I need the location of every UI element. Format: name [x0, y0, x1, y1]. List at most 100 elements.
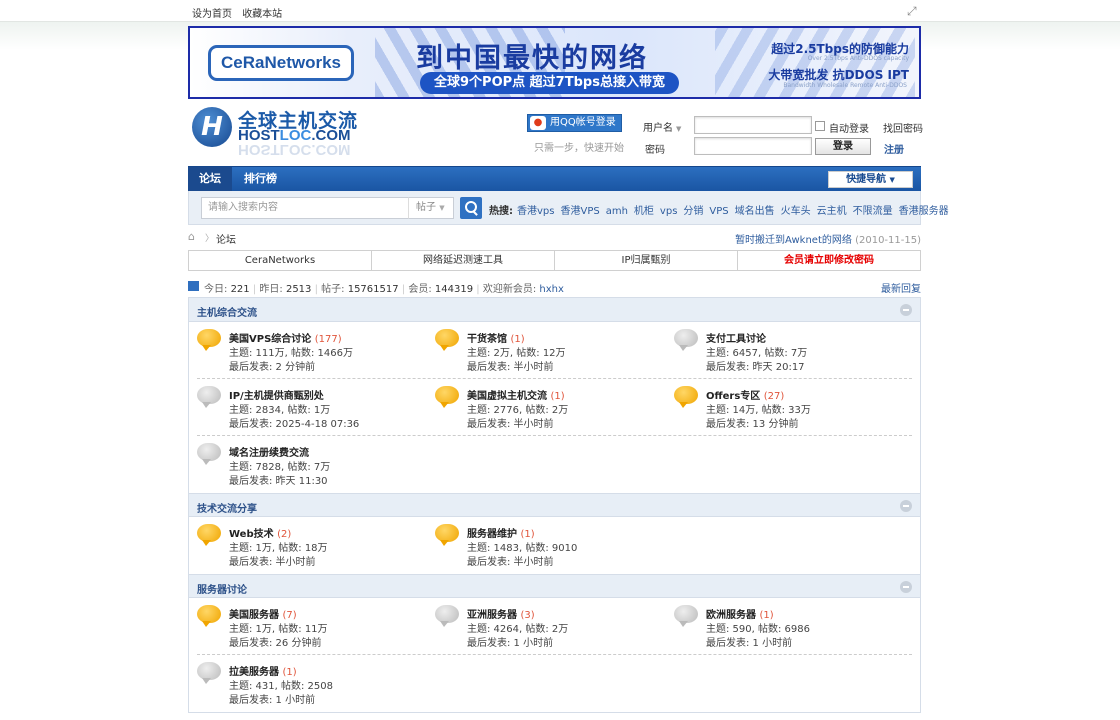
- link-latency-tool[interactable]: 网络延迟测速工具: [372, 251, 555, 270]
- forum-status-icon: [435, 524, 459, 546]
- username-label[interactable]: 用户名 ▼: [643, 119, 681, 134]
- hot-search-link[interactable]: 云主机: [817, 206, 847, 217]
- link-ceranetworks[interactable]: CeraNetworks: [189, 251, 372, 270]
- hot-search-link[interactable]: 香港vps: [517, 206, 554, 217]
- forum-name-link[interactable]: 美国服务器 (7): [229, 606, 297, 621]
- hot-search-link[interactable]: 域名出售: [735, 206, 775, 217]
- forum-item: 服务器维护 (1) 主题: 1483, 帖数: 9010 最后发表: 半小时前: [435, 522, 665, 570]
- forum-name-link[interactable]: 支付工具讨论: [706, 330, 766, 345]
- latest-replies-link[interactable]: 最新回复: [881, 280, 921, 295]
- link-change-password[interactable]: 会员请立即修改密码: [738, 251, 920, 270]
- forum-last-post[interactable]: 最后发表: 昨天 20:17: [706, 358, 805, 373]
- hot-search-link[interactable]: amh: [606, 206, 628, 217]
- breadcrumb-current[interactable]: 论坛: [216, 231, 236, 246]
- forum-stats-line: 主题: 2万, 帖数: 12万: [467, 348, 566, 359]
- collapse-icon[interactable]: [900, 581, 912, 593]
- hot-search-link[interactable]: VPS: [709, 206, 728, 217]
- banner-brand-logo: CeRaNetworks: [208, 45, 354, 81]
- link-ip-lookup[interactable]: IP归属甄别: [555, 251, 738, 270]
- forum-name-link[interactable]: 美国虚拟主机交流 (1): [467, 387, 565, 402]
- forum-row: 美国服务器 (7) 主题: 1万, 帖数: 11万 最后发表: 26 分钟前 亚洲服务…: [197, 598, 912, 655]
- forum-last-post[interactable]: 最后发表: 1 小时前: [467, 634, 553, 649]
- breadcrumb-separator: 〉: [205, 234, 215, 244]
- password-label: 密码: [645, 145, 665, 156]
- banner-headline: 到中国最快的网络: [416, 43, 648, 73]
- collapse-icon[interactable]: [900, 304, 912, 316]
- forum-name-link[interactable]: 欧洲服务器 (1): [706, 606, 774, 621]
- auto-login-checkbox[interactable]: [815, 121, 825, 131]
- forum-name-link[interactable]: Offers专区 (27): [706, 387, 784, 402]
- forum-last-post[interactable]: 最后发表: 昨天 11:30: [229, 472, 328, 487]
- forum-last-post[interactable]: 最后发表: 2 分钟前: [229, 358, 315, 373]
- forum-name-link[interactable]: 美国VPS综合讨论 (177): [229, 330, 342, 345]
- search-type-select[interactable]: 帖子 ▼: [408, 197, 454, 219]
- qq-login-tip: 只需一步，快速开始: [534, 143, 624, 154]
- forum-name-link[interactable]: 域名注册续费交流: [229, 444, 309, 459]
- forum-last-post[interactable]: 最后发表: 2025-4-18 07:36: [229, 415, 359, 430]
- forum-stats-line: 主题: 1万, 帖数: 11万: [229, 624, 328, 635]
- forum-name-link[interactable]: 拉美服务器 (1): [229, 663, 297, 678]
- forum-last-post[interactable]: 最后发表: 13 分钟前: [706, 415, 798, 430]
- fullscreen-icon[interactable]: ⤢: [907, 5, 919, 17]
- hot-search-link[interactable]: 香港VPS: [560, 206, 599, 217]
- hot-search-link[interactable]: 不限流量: [853, 206, 893, 217]
- forum-last-post[interactable]: 最后发表: 半小时前: [229, 553, 316, 568]
- hot-search-link[interactable]: 机柜: [634, 206, 654, 217]
- forum-item: 欧洲服务器 (1) 主题: 590, 帖数: 6986 最后发表: 1 小时前: [674, 603, 904, 651]
- forum-item: 域名注册续费交流 主题: 7828, 帖数: 7万 最后发表: 昨天 11:30: [197, 441, 427, 489]
- ad-banner[interactable]: CeRaNetworks 到中国最快的网络 全球9个POP点 超过7Tbps总接…: [188, 26, 921, 99]
- quick-nav-dropdown[interactable]: 快捷导航 ▼: [828, 171, 913, 188]
- login-button[interactable]: 登录: [815, 138, 871, 155]
- hot-search-link[interactable]: 香港服务器: [899, 206, 949, 217]
- nav-ranking-tab[interactable]: 排行榜: [233, 167, 288, 191]
- newest-member-link[interactable]: hxhx: [539, 284, 564, 295]
- forum-last-post[interactable]: 最后发表: 半小时前: [467, 415, 554, 430]
- forgot-password-link[interactable]: 找回密码: [883, 120, 923, 135]
- category-title[interactable]: 主机综合交流: [197, 304, 257, 319]
- forum-last-post[interactable]: 最后发表: 26 分钟前: [229, 634, 321, 649]
- banner-ddos-small: Over 2.5Tbps Anti-DDOS capacity: [807, 55, 909, 62]
- search-bar: 请输入搜索内容 帖子 ▼ 热搜: 香港vps 香港VPS amh 机柜 vps 分销 VPS 域…: [188, 191, 949, 225]
- password-input[interactable]: [694, 137, 812, 155]
- bookmark-link[interactable]: 收藏本站: [242, 9, 282, 20]
- username-input[interactable]: [694, 116, 812, 134]
- forum-name-link[interactable]: Web技术 (2): [229, 525, 291, 540]
- forum-last-post[interactable]: 最后发表: 1 小时前: [706, 634, 792, 649]
- register-link[interactable]: 注册: [884, 141, 904, 156]
- forum-row: IP/主机提供商甄别处 主题: 2834, 帖数: 1万 最后发表: 2025-4…: [197, 379, 912, 436]
- site-logo[interactable]: H 全球主机交流 HOSTLOC.COM HOSTLOC.COM: [192, 106, 392, 158]
- category-title[interactable]: 服务器讨论: [197, 581, 247, 596]
- forum-status-icon: [197, 662, 221, 684]
- search-button[interactable]: [460, 197, 482, 219]
- auto-login-label[interactable]: 自动登录: [829, 120, 869, 135]
- forum-last-post[interactable]: 最后发表: 半小时前: [467, 553, 554, 568]
- home-icon[interactable]: ⌂: [188, 231, 200, 242]
- logo-globe-icon: H: [192, 107, 232, 147]
- hot-search-link[interactable]: vps: [660, 206, 677, 217]
- forum-status-icon: [674, 386, 698, 408]
- hot-search-link[interactable]: 火车头: [781, 206, 811, 217]
- forum-last-post[interactable]: 最后发表: 半小时前: [467, 358, 554, 373]
- forum-row: 域名注册续费交流 主题: 7828, 帖数: 7万 最后发表: 昨天 11:30: [197, 436, 912, 493]
- category-title[interactable]: 技术交流分享: [197, 500, 257, 515]
- set-home-link[interactable]: 设为首页: [192, 9, 232, 20]
- forum-item: 美国服务器 (7) 主题: 1万, 帖数: 11万 最后发表: 26 分钟前: [197, 603, 427, 651]
- forum-name-link[interactable]: 亚洲服务器 (3): [467, 606, 535, 621]
- hot-search-list: 热搜: 香港vps 香港VPS amh 机柜 vps 分销 VPS 域名出售 火车头 云主机 不限流量…: [489, 202, 955, 217]
- forum-stats-line: 主题: 1万, 帖数: 18万: [229, 543, 328, 554]
- forum-status-icon: [197, 329, 221, 351]
- forum-stats: 今日: 221 | 昨日: 2513 | 帖子: 15761517 | 会员: …: [188, 279, 921, 295]
- collapse-icon[interactable]: [900, 500, 912, 512]
- banner-bandwidth-small: Bandwidth Wholesale Remote Anti-DDOS: [783, 82, 907, 89]
- search-input[interactable]: 请输入搜索内容: [201, 197, 409, 219]
- hot-search-link[interactable]: 分销: [683, 206, 703, 217]
- forum-name-link[interactable]: IP/主机提供商甄别处: [229, 387, 324, 402]
- forum-name-link[interactable]: 服务器维护 (1): [467, 525, 535, 540]
- nav-forum-tab[interactable]: 论坛: [188, 167, 232, 191]
- forum-item: 干货茶馆 (1) 主题: 2万, 帖数: 12万 最后发表: 半小时前: [435, 327, 665, 375]
- forum-last-post[interactable]: 最后发表: 1 小时前: [229, 691, 315, 706]
- forum-name-link[interactable]: 干货茶馆 (1): [467, 330, 525, 345]
- site-notice[interactable]: 暂时搬迁到Awknet的网络 (2010-11-15): [735, 231, 921, 246]
- forum-row: Web技术 (2) 主题: 1万, 帖数: 18万 最后发表: 半小时前 服务器维护 …: [197, 517, 912, 574]
- qq-login-button[interactable]: ● 用QQ帐号登录: [527, 114, 622, 132]
